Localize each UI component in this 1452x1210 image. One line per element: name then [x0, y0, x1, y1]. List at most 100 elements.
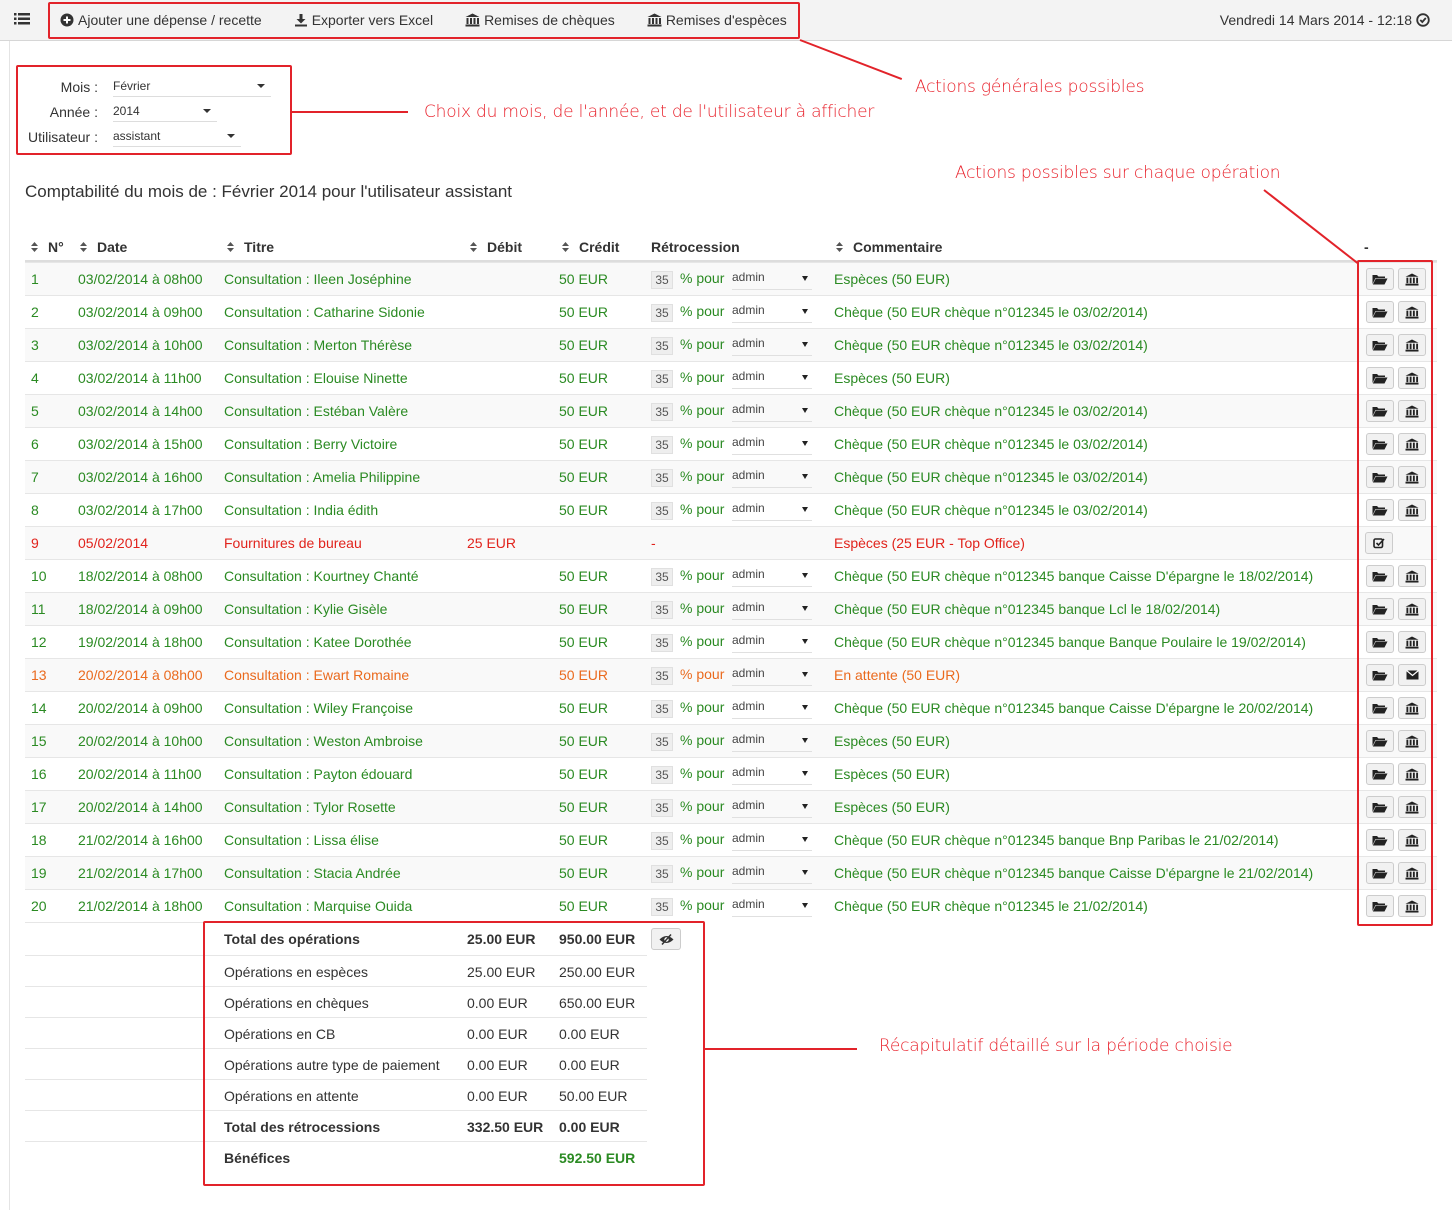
- retrocession-user-value: admin: [732, 501, 765, 515]
- retrocession-user-select[interactable]: admin: [732, 600, 812, 620]
- table-row: 19 21/02/2014 à 17h00 Consultation : Staci…: [25, 856, 1437, 889]
- row-title[interactable]: Consultation : Tylor Rosette: [224, 799, 396, 815]
- annotation-line-general: [799, 39, 903, 80]
- col-actions-header: -: [1364, 239, 1369, 255]
- retrocession-user-select[interactable]: admin: [732, 402, 812, 422]
- retrocession-percent-input[interactable]: 35: [651, 799, 673, 817]
- retrocession-user-select[interactable]: admin: [732, 798, 812, 818]
- retrocession-percent-input[interactable]: 35: [651, 700, 673, 718]
- row-title[interactable]: Consultation : India édith: [224, 502, 378, 518]
- retrocession-percent-input[interactable]: 35: [651, 469, 673, 487]
- row-debit: 25 EUR: [467, 535, 517, 551]
- annotation-box-summary: [203, 921, 705, 1186]
- row-title[interactable]: Consultation : Wiley Françoise: [224, 700, 413, 716]
- row-title[interactable]: Consultation : Ileen Joséphine: [224, 271, 412, 287]
- row-comment: En attente (50 EUR): [834, 667, 961, 683]
- retrocession-percent-input[interactable]: 35: [651, 370, 673, 388]
- retrocession-user-select[interactable]: admin: [732, 501, 812, 521]
- retrocession-percent-input[interactable]: 35: [651, 502, 673, 520]
- retrocession-user-select[interactable]: admin: [732, 435, 812, 455]
- retrocession-user-value: admin: [732, 864, 765, 878]
- row-credit: 50 EUR: [559, 634, 609, 650]
- row-title[interactable]: Consultation : Ewart Romaine: [224, 667, 409, 683]
- row-retrocession: -: [651, 535, 656, 551]
- row-date: 03/02/2014 à 16h00: [78, 469, 203, 485]
- row-title[interactable]: Consultation : Lissa élise: [224, 832, 379, 848]
- retrocession-user-select[interactable]: admin: [732, 633, 812, 653]
- row-date: 03/02/2014 à 15h00: [78, 436, 203, 452]
- retrocession-percent-input[interactable]: 35: [651, 667, 673, 685]
- row-number: 6: [31, 436, 39, 452]
- retrocession-percent-input[interactable]: 35: [651, 766, 673, 784]
- table-row: 15 20/02/2014 à 10h00 Consultation : Westo…: [25, 724, 1437, 757]
- row-comment: Chèque (50 EUR chèque n°012345 banque Ca…: [834, 865, 1314, 881]
- retrocession-user-select[interactable]: admin: [732, 765, 812, 785]
- retrocession-percent-input[interactable]: 35: [651, 898, 673, 916]
- retrocession-user-select[interactable]: admin: [732, 864, 812, 884]
- row-comment: Chèque (50 EUR chèque n°012345 banque Ca…: [834, 568, 1314, 584]
- row-title[interactable]: Consultation : Kylie Gisèle: [224, 601, 387, 617]
- retrocession-user-select[interactable]: admin: [732, 897, 812, 917]
- row-title[interactable]: Fournitures de bureau: [224, 535, 362, 551]
- col-date-header[interactable]: Date: [80, 239, 127, 255]
- retrocession-percent-input[interactable]: 35: [651, 832, 673, 850]
- row-title[interactable]: Consultation : Weston Ambroise: [224, 733, 423, 749]
- annotation-box-filters: [16, 65, 292, 155]
- row-title[interactable]: Consultation : Kourtney Chanté: [224, 568, 419, 584]
- col-debit-header[interactable]: Débit: [470, 239, 522, 255]
- retrocession-percent-input[interactable]: 35: [651, 403, 673, 421]
- row-date: 18/02/2014 à 09h00: [78, 601, 203, 617]
- row-title[interactable]: Consultation : Amelia Philippine: [224, 469, 420, 485]
- row-title[interactable]: Consultation : Stacia Andrée: [224, 865, 401, 881]
- retrocession-percent-input[interactable]: 35: [651, 271, 673, 289]
- row-title[interactable]: Consultation : Berry Victoire: [224, 436, 397, 452]
- retrocession-user-select[interactable]: admin: [732, 699, 812, 719]
- clock-check-icon: [1416, 13, 1430, 27]
- row-date: 03/02/2014 à 10h00: [78, 337, 203, 353]
- retrocession-user-select[interactable]: admin: [732, 732, 812, 752]
- row-title[interactable]: Consultation : Catharine Sidonie: [224, 304, 425, 320]
- retrocession-user-select[interactable]: admin: [732, 831, 812, 851]
- row-title[interactable]: Consultation : Katee Dorothée: [224, 634, 412, 650]
- row-number: 10: [31, 568, 47, 584]
- row-date: 21/02/2014 à 16h00: [78, 832, 203, 848]
- row-credit: 50 EUR: [559, 733, 609, 749]
- retrocession-percent-input[interactable]: 35: [651, 733, 673, 751]
- retrocession-user-select[interactable]: admin: [732, 369, 812, 389]
- row-date: 20/02/2014 à 10h00: [78, 733, 203, 749]
- row-title[interactable]: Consultation : Payton édouard: [224, 766, 412, 782]
- row-title[interactable]: Consultation : Marquise Ouida: [224, 898, 412, 914]
- retrocession-percent-input[interactable]: 35: [651, 304, 673, 322]
- row-number: 17: [31, 799, 47, 815]
- retrocession-user-select[interactable]: admin: [732, 666, 812, 686]
- retrocession-percent-input[interactable]: 35: [651, 601, 673, 619]
- row-date: 21/02/2014 à 17h00: [78, 865, 203, 881]
- row-credit: 50 EUR: [559, 304, 609, 320]
- retrocession-user-select[interactable]: admin: [732, 468, 812, 488]
- col-comment-header[interactable]: Commentaire: [836, 239, 942, 255]
- list-menu-icon[interactable]: [14, 12, 30, 26]
- retrocession-user-select[interactable]: admin: [732, 567, 812, 587]
- retrocession-pour-label: % pour: [680, 864, 725, 880]
- row-number: 3: [31, 337, 39, 353]
- row-date: 03/02/2014 à 11h00: [78, 370, 202, 386]
- row-number: 18: [31, 832, 47, 848]
- retrocession-percent-input[interactable]: 35: [651, 865, 673, 883]
- retrocession-user-select[interactable]: admin: [732, 270, 812, 290]
- row-title[interactable]: Consultation : Estéban Valère: [224, 403, 408, 419]
- row-title[interactable]: Consultation : Elouise Ninette: [224, 370, 408, 386]
- table-header: N° Date Titre Débit Crédit Rétrocession …: [25, 232, 1437, 262]
- retrocession-percent-input[interactable]: 35: [651, 337, 673, 355]
- table-row: 17 20/02/2014 à 14h00 Consultation : Tylor…: [25, 790, 1437, 823]
- retrocession-user-select[interactable]: admin: [732, 303, 812, 323]
- retrocession-percent-input[interactable]: 35: [651, 568, 673, 586]
- col-credit-header[interactable]: Crédit: [562, 239, 619, 255]
- retrocession-percent-input[interactable]: 35: [651, 436, 673, 454]
- row-date: 03/02/2014 à 08h00: [78, 271, 203, 287]
- retrocession-percent-input[interactable]: 35: [651, 634, 673, 652]
- retrocession-pour-label: % pour: [680, 435, 725, 451]
- col-num-header[interactable]: N°: [31, 239, 64, 255]
- col-title-header[interactable]: Titre: [227, 239, 274, 255]
- retrocession-user-select[interactable]: admin: [732, 336, 812, 356]
- row-title[interactable]: Consultation : Merton Thérèse: [224, 337, 412, 353]
